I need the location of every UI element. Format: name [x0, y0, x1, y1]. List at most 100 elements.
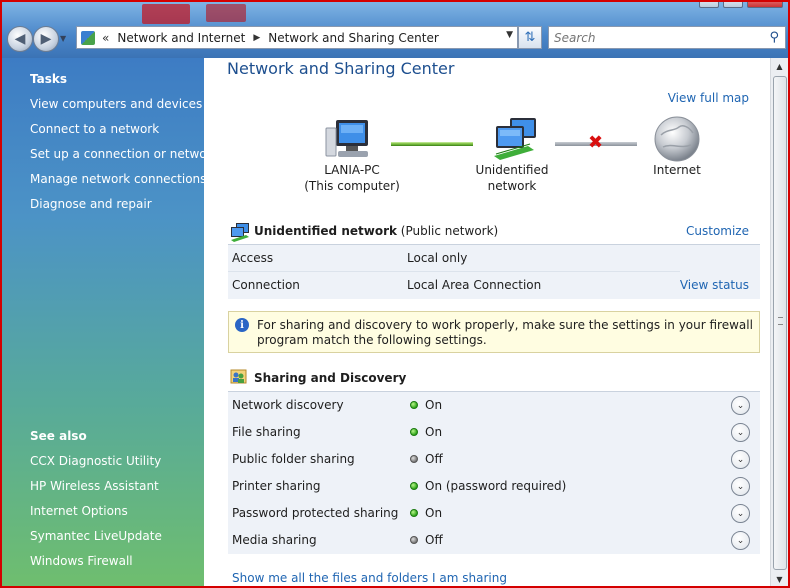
connection-label: Connection	[232, 278, 300, 292]
task-setup-connection[interactable]: Set up a connection or network	[30, 147, 218, 161]
sharing-row-status: Off	[425, 533, 443, 547]
sidebar: Tasks View computers and devices Connect…	[2, 58, 218, 586]
breadcrumb-network-sharing-center[interactable]: Network and Sharing Center	[268, 31, 439, 45]
search-input[interactable]	[549, 30, 759, 45]
task-manage-connections[interactable]: Manage network connections	[30, 172, 206, 186]
window: ◀ ▶ ▼ « Network and Internet ▶ Network a…	[0, 0, 790, 588]
network-row-access: Access Local only	[228, 245, 760, 272]
expand-chevron-icon[interactable]: ⌄	[731, 423, 750, 442]
sharing-row-label: Public folder sharing	[232, 452, 355, 466]
network-details-table: Access Local only Connection Local Area …	[228, 244, 760, 299]
refresh-button[interactable]: ⇅	[518, 26, 542, 49]
computer-sub: (This computer)	[304, 179, 400, 193]
sharing-table: Network discovery On ⌄ File sharing On ⌄…	[228, 391, 760, 554]
see-also-firewall[interactable]: Windows Firewall	[30, 554, 133, 568]
forward-button[interactable]: ▶	[33, 26, 59, 52]
main-content: Network and Sharing Center View full map…	[204, 58, 770, 586]
sharing-row-password-protected: Password protected sharing On ⌄	[228, 500, 760, 527]
expand-chevron-icon[interactable]: ⌄	[731, 450, 750, 469]
back-arrow-icon: ◀	[14, 31, 26, 47]
sharing-heading: Sharing and Discovery	[254, 371, 406, 385]
back-button[interactable]: ◀	[7, 26, 33, 52]
no-connection-x-icon: ✖	[588, 132, 604, 153]
see-also-liveupdate[interactable]: Symantec LiveUpdate	[30, 529, 162, 543]
address-overflow[interactable]: «	[102, 31, 109, 45]
customize-link[interactable]: Customize	[686, 224, 749, 238]
sharing-icon	[230, 369, 247, 384]
sharing-row-label: Printer sharing	[232, 479, 321, 493]
search-icon[interactable]: ⚲	[769, 30, 779, 45]
view-status-link[interactable]: View status	[680, 278, 749, 292]
task-connect-network[interactable]: Connect to a network	[30, 122, 159, 136]
scroll-down-icon[interactable]: ▼	[771, 571, 788, 586]
network-status-icon	[231, 223, 249, 242]
expand-chevron-icon[interactable]: ⌄	[731, 477, 750, 496]
link-computer-network	[391, 142, 473, 146]
network-heading: Unidentified network (Public network)	[254, 224, 498, 238]
status-on-icon	[410, 428, 418, 436]
access-value: Local only	[407, 251, 468, 265]
sharing-row-media: Media sharing Off ⌄	[228, 527, 760, 554]
vertical-scrollbar[interactable]: ▲ ▼	[770, 58, 788, 586]
grip-icon	[778, 317, 783, 325]
see-also-heading: See also	[30, 429, 87, 443]
status-on-icon	[410, 482, 418, 490]
info-icon: i	[235, 318, 249, 332]
firewall-info-text: For sharing and discovery to work proper…	[257, 318, 753, 347]
sharing-row-label: Password protected sharing	[232, 506, 399, 520]
network-type: (Public network)	[400, 224, 499, 238]
network-name: Unidentified network	[254, 224, 397, 238]
task-diagnose-repair[interactable]: Diagnose and repair	[30, 197, 152, 211]
sharing-row-label: Media sharing	[232, 533, 317, 547]
breadcrumb-network-and-internet[interactable]: Network and Internet	[117, 31, 245, 45]
view-full-map-link[interactable]: View full map	[668, 91, 749, 105]
see-also-internet-options[interactable]: Internet Options	[30, 504, 128, 518]
taskbar-highlight	[206, 4, 246, 22]
recent-pages-dropdown[interactable]: ▼	[60, 34, 66, 43]
see-also-hp-wireless[interactable]: HP Wireless Assistant	[30, 479, 159, 493]
network-label: Unidentified network	[475, 163, 549, 193]
task-view-computers[interactable]: View computers and devices	[30, 97, 202, 111]
scroll-up-icon[interactable]: ▲	[771, 58, 788, 75]
status-on-icon	[410, 401, 418, 409]
sharing-row-label: File sharing	[232, 425, 301, 439]
sharing-row-status: On	[425, 398, 443, 412]
scroll-thumb[interactable]	[773, 76, 787, 570]
sharing-row-file-sharing: File sharing On ⌄	[228, 419, 760, 446]
expand-chevron-icon[interactable]: ⌄	[731, 396, 750, 415]
minimize-button[interactable]	[699, 2, 719, 8]
computer-name: LANIA-PC	[324, 163, 380, 177]
search-box[interactable]: ⚲	[548, 26, 786, 49]
control-panel-icon	[81, 30, 95, 45]
sharing-row-status: On	[425, 506, 443, 520]
status-off-icon	[410, 536, 418, 544]
internet-label: Internet	[653, 163, 701, 177]
sharing-row-status: Off	[425, 452, 443, 466]
access-label: Access	[232, 251, 274, 265]
status-on-icon	[410, 509, 418, 517]
page-title: Network and Sharing Center	[227, 59, 455, 78]
connection-value: Local Area Connection	[407, 278, 542, 292]
refresh-icon: ⇅	[524, 30, 536, 45]
computer-label: LANIA-PC (This computer)	[302, 162, 402, 194]
internet-globe-icon[interactable]	[653, 115, 701, 163]
computer-icon[interactable]	[322, 118, 374, 164]
sharing-title: Sharing and Discovery	[254, 371, 407, 385]
expand-chevron-icon[interactable]: ⌄	[731, 504, 750, 523]
network-row-connection: Connection Local Area Connection View st…	[228, 272, 760, 299]
address-dropdown-icon[interactable]: ▼	[506, 30, 513, 40]
sharing-row-status: On	[425, 425, 443, 439]
breadcrumb-arrow-icon[interactable]: ▶	[253, 33, 260, 43]
sharing-row-printer: Printer sharing On (password required) ⌄	[228, 473, 760, 500]
sharing-row-network-discovery: Network discovery On ⌄	[228, 392, 760, 419]
maximize-button[interactable]	[723, 2, 743, 8]
address-bar[interactable]: « Network and Internet ▶ Network and Sha…	[76, 26, 518, 49]
close-button[interactable]	[747, 2, 783, 8]
taskbar-highlight	[142, 4, 190, 24]
status-off-icon	[410, 455, 418, 463]
show-shared-files-link[interactable]: Show me all the files and folders I am s…	[232, 571, 507, 585]
sharing-row-label: Network discovery	[232, 398, 344, 412]
network-icon[interactable]	[488, 116, 544, 164]
see-also-ccx[interactable]: CCX Diagnostic Utility	[30, 454, 161, 468]
expand-chevron-icon[interactable]: ⌄	[731, 531, 750, 550]
